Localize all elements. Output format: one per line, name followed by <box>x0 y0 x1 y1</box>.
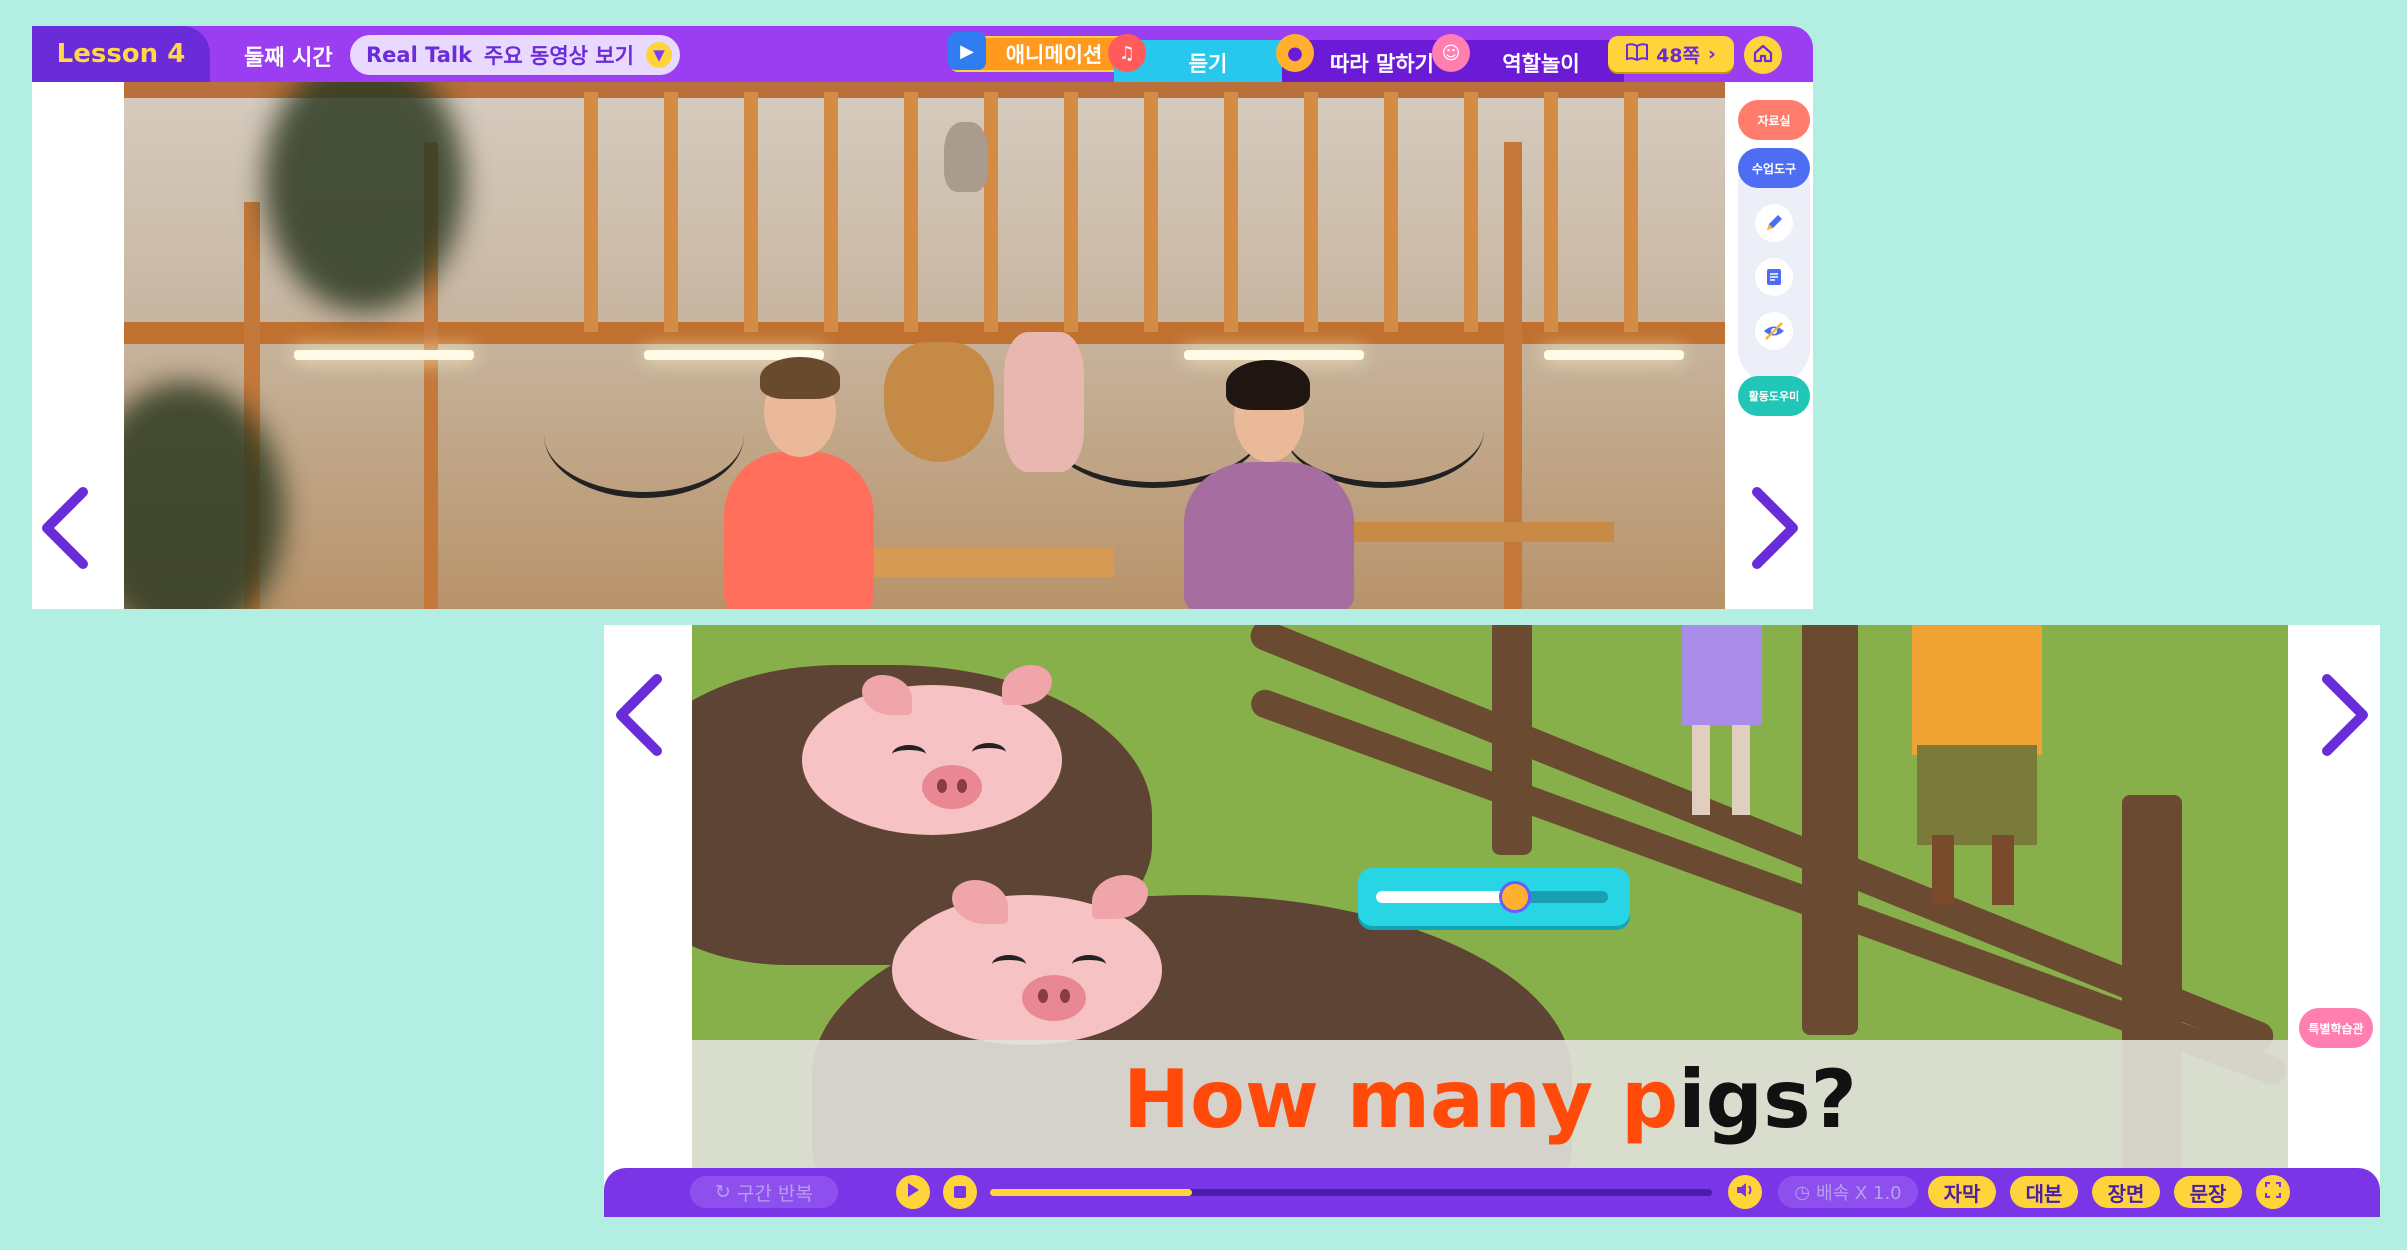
speech-progress-bubble <box>1358 868 1630 926</box>
chevron-right-icon <box>2317 673 2373 761</box>
chevron-right-icon <box>1747 486 1803 574</box>
stop-icon <box>954 1183 966 1202</box>
bubble-progress-fill <box>1376 891 1516 903</box>
masks-icon: ☺ <box>1432 34 1470 72</box>
chevron-right-icon: › <box>1708 43 1716 65</box>
script-button[interactable]: 대본 <box>2010 1176 2078 1208</box>
home-icon <box>1753 43 1773 68</box>
top-prev-button[interactable] <box>30 485 100 575</box>
page-button-label: 48쪽 <box>1656 44 1701 67</box>
time-label: 둘째 시간 <box>244 46 333 71</box>
eye-hide-icon[interactable] <box>1755 312 1793 350</box>
caption-text: How many pigs? <box>692 1045 2288 1155</box>
seek-bar-fill <box>990 1189 1193 1196</box>
speed-label: 배속 X 1.0 <box>1816 1183 1902 1204</box>
tab-roleplay[interactable]: ☺ 역할놀이 <box>1432 34 1624 86</box>
caption-highlight: How many p <box>1123 1053 1679 1146</box>
bottom-next-button[interactable] <box>2310 672 2380 762</box>
chevron-left-icon <box>611 673 667 761</box>
speaker-icon <box>1736 1182 1754 1202</box>
tab-animation[interactable]: ▶ 애니메이션 <box>948 32 1130 72</box>
tab-repeat-label: 따라 말하기 <box>1330 52 1434 76</box>
bubble-progress-track <box>1376 881 1608 913</box>
microphone-icon <box>1499 881 1532 913</box>
top-player-panel: Lesson 4 둘째 시간 Real Talk 주요 동영상 보기 ▼ ▶ 애… <box>32 26 1813 609</box>
pencil-icon[interactable] <box>1755 204 1793 242</box>
scene-button[interactable]: 장면 <box>2092 1176 2160 1208</box>
special-learning-button[interactable]: 특별학습관 <box>2299 1008 2373 1048</box>
volume-button[interactable] <box>1728 1175 1762 1209</box>
book-icon <box>1626 42 1649 66</box>
sentence-button[interactable]: 문장 <box>2174 1176 2242 1208</box>
class-tools-button[interactable]: 수업도구 <box>1738 148 1810 188</box>
seek-bar[interactable] <box>990 1189 1712 1196</box>
top-navigation-bar: Lesson 4 둘째 시간 Real Talk 주요 동영상 보기 ▼ ▶ 애… <box>32 26 1813 86</box>
video-select-dropdown[interactable]: Real Talk 주요 동영상 보기 ▼ <box>350 35 680 75</box>
video-select-subtitle: 주요 동영상 보기 <box>484 44 634 68</box>
play-button[interactable] <box>896 1175 930 1209</box>
speed-icon: ◷ <box>1794 1181 1811 1203</box>
stop-button[interactable] <box>943 1175 977 1209</box>
chevron-left-icon <box>37 486 93 574</box>
subtitle-button[interactable]: 자막 <box>1928 1176 1996 1208</box>
microphone-icon: ● <box>1276 34 1314 72</box>
headphones-icon: ♫ <box>1108 34 1146 72</box>
activity-helper-button[interactable]: 활동도우미 <box>1738 376 1810 416</box>
caption-rest: igs? <box>1678 1053 1857 1146</box>
tab-roleplay-label: 역할놀이 <box>1502 52 1580 76</box>
video-select-title: Real Talk <box>366 43 473 67</box>
fullscreen-button[interactable] <box>2256 1175 2290 1209</box>
bottom-prev-button[interactable] <box>604 672 674 762</box>
repeat-icon: ↻ <box>715 1181 731 1203</box>
play-icon <box>906 1182 920 1202</box>
section-repeat-button[interactable]: ↻ 구간 반복 <box>690 1176 838 1208</box>
live-video-frame[interactable] <box>124 82 1725 609</box>
speed-button[interactable]: ◷ 배속 X 1.0 <box>1778 1176 1918 1208</box>
tab-listen-label: 듣기 <box>1188 52 1228 76</box>
tab-animation-label: 애니메이션 <box>1005 43 1103 67</box>
memo-icon[interactable] <box>1755 258 1793 296</box>
home-button[interactable] <box>1744 36 1782 74</box>
page-button[interactable]: 48쪽 › <box>1608 36 1734 72</box>
lesson-label: Lesson 4 <box>32 26 210 82</box>
fullscreen-icon <box>2264 1181 2282 1202</box>
materials-button[interactable]: 자료실 <box>1738 100 1810 140</box>
video-icon: ▶ <box>948 32 986 70</box>
chevron-down-icon[interactable]: ▼ <box>646 42 672 68</box>
repeat-label: 구간 반복 <box>736 1182 813 1205</box>
top-next-button[interactable] <box>1740 485 1810 575</box>
tab-listen[interactable]: ♫ 듣기 <box>1108 34 1302 86</box>
